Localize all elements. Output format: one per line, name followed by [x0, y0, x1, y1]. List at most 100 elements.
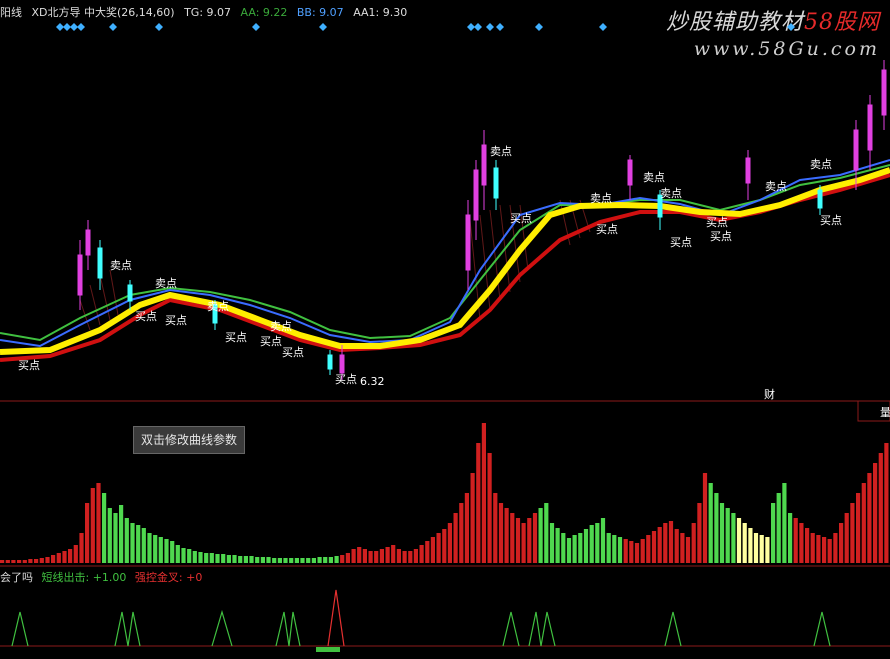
volume-bar	[249, 556, 254, 563]
diamond-mark	[252, 23, 260, 31]
volume-bar	[776, 493, 781, 563]
low-price-label: 6.32	[360, 375, 385, 388]
right-tag: 量	[880, 406, 890, 419]
volume-bar	[657, 527, 662, 563]
volume-bar	[181, 548, 186, 563]
volume-bar	[96, 483, 101, 563]
volume-bar	[260, 557, 265, 563]
timeline-marker[interactable]	[316, 647, 340, 652]
volume-bar	[555, 528, 560, 563]
volume-bar	[289, 558, 294, 563]
signal-spike	[528, 611, 556, 647]
diamond-mark	[77, 23, 85, 31]
volume-bar	[453, 513, 458, 563]
signal-diamonds	[56, 23, 795, 31]
volume-bar	[589, 525, 594, 563]
volume-bar	[476, 443, 481, 563]
volume-bar	[844, 513, 849, 563]
volume-bar	[209, 553, 214, 563]
buy-label: 买点	[282, 346, 304, 359]
volume-bar	[345, 553, 350, 563]
volume-bar	[856, 493, 861, 563]
buy-label: 买点	[260, 335, 282, 348]
short-exit-value: 短线出击: +1.00	[41, 571, 127, 584]
volume-bar	[102, 493, 107, 563]
volume-bar	[147, 533, 152, 563]
volume-bar	[470, 473, 475, 563]
volume-bar	[79, 533, 84, 563]
volume-bar	[328, 557, 333, 563]
volume-bar	[731, 513, 736, 563]
kline-chart[interactable]: 量 财 买点 卖点 卖点 买点 买点 卖点 买点 买点 卖点 买点 买点 6.3…	[0, 0, 890, 659]
candles	[77, 60, 887, 380]
volume-bar	[759, 535, 764, 563]
sell-label: 卖点	[207, 300, 229, 313]
volume-bar	[334, 556, 339, 563]
volume-bar	[510, 513, 515, 563]
diamond-mark	[63, 23, 71, 31]
volume-bar	[629, 541, 634, 563]
volume-bar	[340, 555, 345, 563]
volume-bar	[691, 523, 696, 563]
sell-label: 卖点	[643, 171, 665, 184]
edit-curve-tooltip[interactable]: 双击修改曲线参数	[133, 426, 245, 454]
signal-spikes	[11, 609, 831, 647]
volume-bar	[674, 529, 679, 563]
sell-label: 卖点	[155, 277, 177, 290]
volume-bar	[748, 528, 753, 563]
volume-bar	[51, 555, 56, 563]
volume-bar	[0, 560, 5, 563]
volume-bar	[544, 503, 549, 563]
volume-bar	[805, 528, 810, 563]
volume-bar	[272, 558, 277, 563]
volume-bar	[788, 513, 793, 563]
volume-bar	[175, 545, 180, 563]
buy-label: 买点	[225, 331, 247, 344]
signal-spike	[813, 611, 831, 647]
buy-label: 买点	[670, 236, 692, 249]
volume-bar	[827, 539, 832, 563]
volume-bar	[867, 473, 872, 563]
volume-bar	[873, 463, 878, 563]
volume-bar	[600, 518, 606, 563]
volume-bar	[504, 508, 509, 563]
volume-bar	[17, 560, 22, 563]
volume-bar	[634, 543, 640, 563]
diamond-mark	[535, 23, 543, 31]
signal-legend: 会了吗 短线出击: +1.00 强控金叉: +0	[0, 569, 207, 585]
volume-bar	[170, 541, 175, 563]
volume-bar	[158, 537, 163, 563]
volume-bar	[464, 493, 469, 563]
diamond-mark	[467, 23, 475, 31]
sell-label: 卖点	[270, 320, 292, 333]
volume-bar	[606, 533, 611, 563]
diamond-mark	[486, 23, 494, 31]
volume-bar	[782, 483, 787, 563]
volume-bar	[68, 549, 73, 563]
volume-bar	[311, 558, 316, 563]
volume-bar	[351, 549, 356, 563]
volume-bar	[839, 523, 844, 563]
sell-label: 卖点	[110, 259, 132, 272]
volume-bar	[277, 558, 282, 563]
volume-bar	[498, 503, 504, 563]
volume-bar	[368, 551, 373, 563]
volume-bar	[651, 531, 657, 563]
volume-bar	[391, 545, 396, 563]
volume-bar	[583, 529, 589, 563]
sell-label: 卖点	[660, 187, 682, 200]
volume-bar	[680, 533, 685, 563]
volume-bar	[73, 545, 78, 563]
volume-bar	[668, 521, 674, 563]
diamond-mark	[474, 23, 482, 31]
volume-bar	[810, 533, 815, 563]
buy-label: 买点	[135, 310, 157, 323]
finance-tag[interactable]: 财	[764, 387, 775, 401]
volume-bar	[221, 554, 226, 563]
green-ma-line	[0, 164, 890, 342]
volume-bar	[697, 503, 702, 563]
buy-label: 买点	[510, 212, 532, 225]
volume-bar	[255, 557, 260, 563]
volume-bar	[765, 537, 770, 563]
volume-bar	[702, 473, 708, 563]
